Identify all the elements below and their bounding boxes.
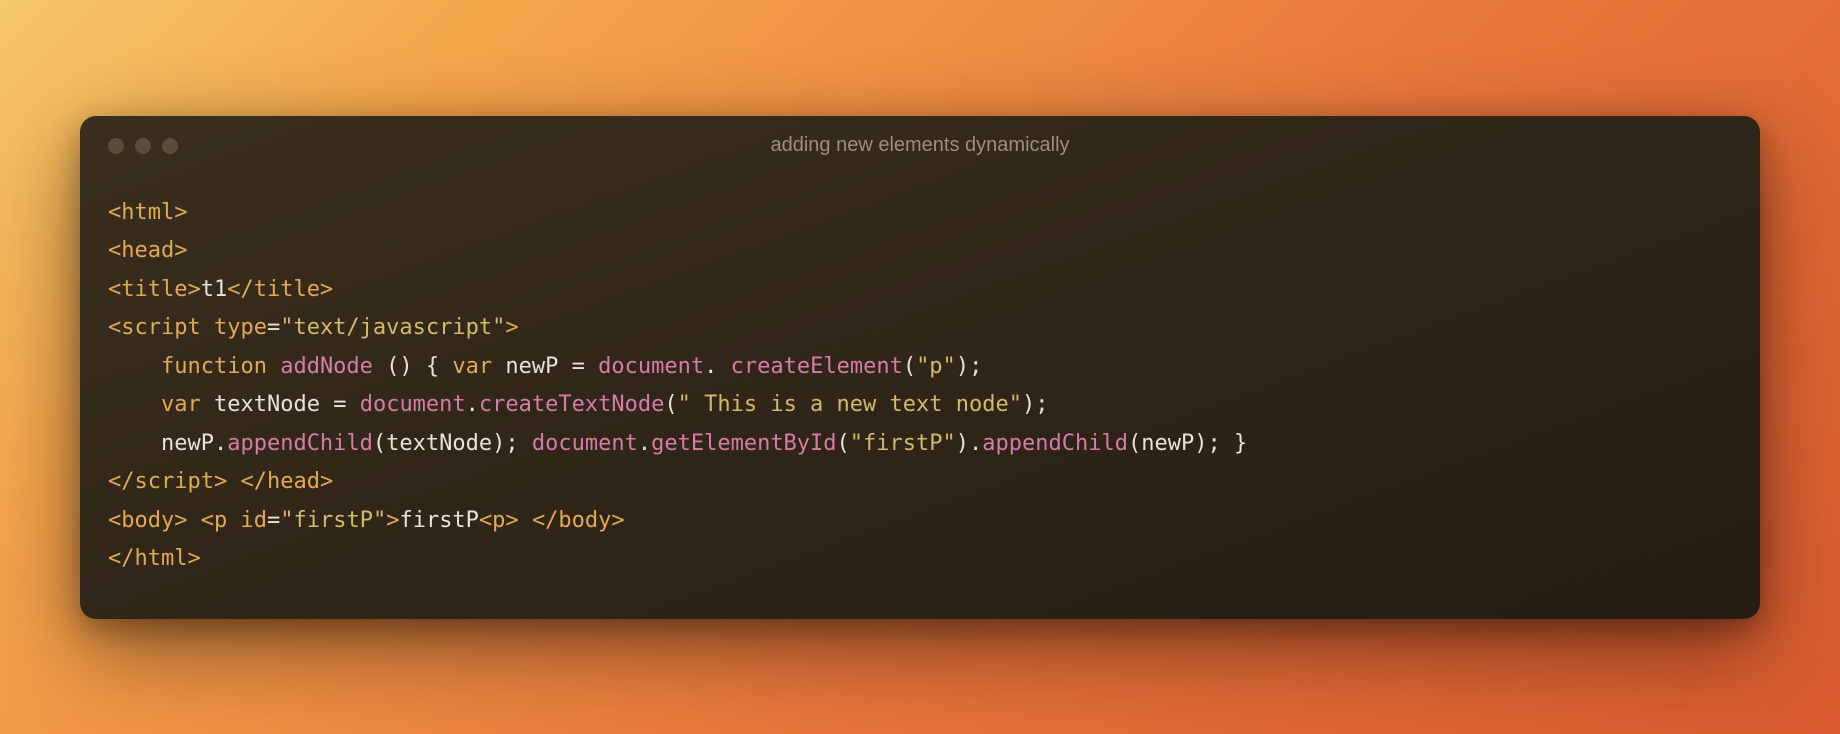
tag-head-open: <head> — [108, 238, 187, 263]
paren-close: ) — [492, 431, 505, 456]
window-title: adding new elements dynamically — [80, 134, 1760, 157]
gt: > — [505, 315, 518, 340]
indent — [108, 354, 161, 379]
space — [201, 315, 214, 340]
space — [201, 392, 214, 417]
space — [492, 354, 505, 379]
attr-type: type — [214, 315, 267, 340]
space — [227, 508, 240, 533]
paren-open: ( — [837, 431, 850, 456]
tag-head-close: </head> — [240, 469, 333, 494]
tag-html-open: <html> — [108, 200, 187, 225]
tag-title-close: </title> — [227, 277, 333, 302]
obj-document: document — [598, 354, 704, 379]
kw-function: function — [161, 354, 267, 379]
paren-close: ) — [1022, 392, 1035, 417]
equals: = — [267, 508, 280, 533]
string-js: "text/javascript" — [280, 315, 505, 340]
space — [267, 354, 280, 379]
paren-close: ) — [956, 354, 969, 379]
tag-body-open: <body> — [108, 508, 187, 533]
space — [519, 508, 532, 533]
title-text: t1 — [201, 277, 228, 302]
paren-open: ( — [373, 431, 386, 456]
semi: ; — [969, 354, 982, 379]
indent — [108, 392, 161, 417]
dot: . — [638, 431, 651, 456]
space — [717, 354, 730, 379]
id-textnode: textNode — [386, 431, 492, 456]
text-firstp: firstP — [399, 508, 478, 533]
fn-appendchild: appendChild — [982, 431, 1128, 456]
space — [1221, 431, 1234, 456]
close-icon[interactable] — [108, 138, 124, 154]
tag-script-open: <script — [108, 315, 201, 340]
fn-createelement: createElement — [731, 354, 903, 379]
equals: = — [267, 315, 280, 340]
space — [519, 431, 532, 456]
semi: ; — [505, 431, 518, 456]
dot: . — [704, 354, 717, 379]
tag-title-open: <title> — [108, 277, 201, 302]
fn-getelementbyid: getElementById — [651, 431, 836, 456]
minimize-icon[interactable] — [135, 138, 151, 154]
gt: > — [386, 508, 399, 533]
attr-id: id — [240, 508, 267, 533]
paren-close: ) — [399, 354, 412, 379]
maximize-icon[interactable] — [162, 138, 178, 154]
obj-document: document — [532, 431, 638, 456]
paren-open: ( — [1128, 431, 1141, 456]
id-newp: newP — [505, 354, 558, 379]
paren-open: ( — [903, 354, 916, 379]
space — [320, 392, 333, 417]
fn-appendchild: appendChild — [227, 431, 373, 456]
string-p: "p" — [916, 354, 956, 379]
id-textnode: textNode — [214, 392, 320, 417]
code-window: adding new elements dynamically <html> <… — [80, 116, 1760, 619]
indent — [108, 431, 161, 456]
dot: . — [214, 431, 227, 456]
space — [227, 469, 240, 494]
tag-p-open: <p — [201, 508, 228, 533]
dot: . — [969, 431, 982, 456]
string-textnode: " This is a new text node" — [678, 392, 1022, 417]
space — [187, 508, 200, 533]
tag-html-close: </html> — [108, 546, 201, 571]
string-firstp: "firstP" — [850, 431, 956, 456]
obj-document: document — [360, 392, 466, 417]
paren-close: ) — [1194, 431, 1207, 456]
paren-close: ) — [956, 431, 969, 456]
equals: = — [333, 392, 346, 417]
fn-createtextnode: createTextNode — [479, 392, 664, 417]
space — [346, 392, 359, 417]
dot: . — [466, 392, 479, 417]
space — [558, 354, 571, 379]
id-newp: newP — [161, 431, 214, 456]
tag-body-close: </body> — [532, 508, 625, 533]
space — [413, 354, 426, 379]
equals: = — [572, 354, 585, 379]
space — [585, 354, 598, 379]
paren-open: ( — [386, 354, 399, 379]
traffic-lights — [108, 138, 178, 154]
kw-var: var — [161, 392, 201, 417]
tag-p: <p> — [479, 508, 519, 533]
window-titlebar: adding new elements dynamically — [80, 116, 1760, 164]
fn-addnode: addNode — [280, 354, 373, 379]
kw-var: var — [452, 354, 492, 379]
semi: ; — [1035, 392, 1048, 417]
string-firstp: "firstP" — [280, 508, 386, 533]
space — [439, 354, 452, 379]
tag-script-close: </script> — [108, 469, 227, 494]
paren-open: ( — [664, 392, 677, 417]
brace-close: } — [1234, 431, 1247, 456]
brace-open: { — [426, 354, 439, 379]
space — [373, 354, 386, 379]
code-editor[interactable]: <html> <head> <title>t1</title> <script … — [80, 164, 1760, 619]
semi: ; — [1207, 431, 1220, 456]
id-newp: newP — [1141, 431, 1194, 456]
